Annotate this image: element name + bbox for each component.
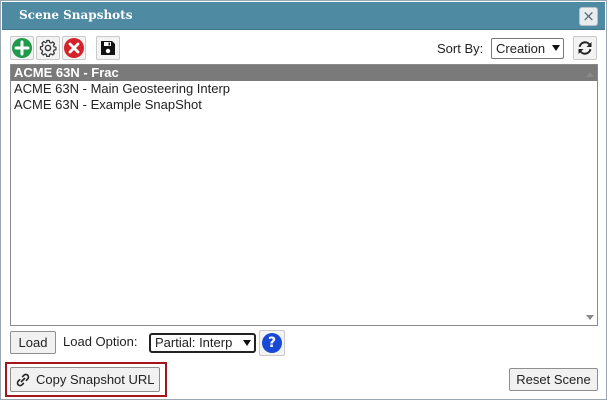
load-option-select[interactable]: Partial: Interp <box>149 333 256 353</box>
load-button[interactable]: Load <box>10 331 56 354</box>
copy-snapshot-url-label: Copy Snapshot URL <box>36 372 155 387</box>
reset-scene-button[interactable]: Reset Scene <box>509 368 598 391</box>
x-circle-icon <box>64 38 84 58</box>
snapshot-item[interactable]: ACME 63N - Example SnapShot <box>11 97 597 113</box>
plus-circle-icon <box>12 38 32 58</box>
gear-icon <box>39 39 57 57</box>
refresh-icon <box>578 41 592 55</box>
chevron-down-icon <box>552 45 560 51</box>
load-button-label: Load <box>18 335 48 350</box>
snapshot-list[interactable]: ACME 63N - Frac ACME 63N - Main Geosteer… <box>10 64 598 326</box>
title-bar: Scene Snapshots × <box>2 2 605 30</box>
dialog-title: Scene Snapshots <box>19 8 133 22</box>
scroll-up-icon[interactable] <box>586 72 594 77</box>
close-icon: × <box>582 7 595 25</box>
link-icon <box>16 373 30 386</box>
snapshot-settings-button[interactable] <box>36 36 60 60</box>
sort-by-select[interactable]: Creation <box>491 38 564 59</box>
refresh-button[interactable] <box>573 36 597 60</box>
load-option-label: Load Option: <box>63 334 138 349</box>
floppy-disk-icon <box>101 41 115 55</box>
snapshot-item[interactable]: ACME 63N - Frac <box>11 65 597 81</box>
load-option-value: Partial: Interp <box>155 335 233 350</box>
save-snapshot-button[interactable] <box>96 36 120 60</box>
delete-snapshot-button[interactable] <box>62 36 86 60</box>
chevron-down-icon <box>243 340 251 346</box>
close-button[interactable]: × <box>579 7 598 26</box>
reset-scene-label: Reset Scene <box>516 372 591 387</box>
scroll-down-icon[interactable] <box>586 315 594 320</box>
scene-snapshots-dialog: Scene Snapshots × Sort By: Creation ACME… <box>0 0 607 400</box>
sort-by-value: Creation <box>496 41 546 56</box>
help-icon: ? <box>262 333 282 353</box>
sort-by-label: Sort By: <box>437 41 484 56</box>
snapshot-item[interactable]: ACME 63N - Main Geosteering Interp <box>11 81 597 97</box>
add-snapshot-button[interactable] <box>10 36 34 60</box>
copy-snapshot-url-button[interactable]: Copy Snapshot URL <box>10 367 160 392</box>
help-button[interactable]: ? <box>259 330 285 356</box>
